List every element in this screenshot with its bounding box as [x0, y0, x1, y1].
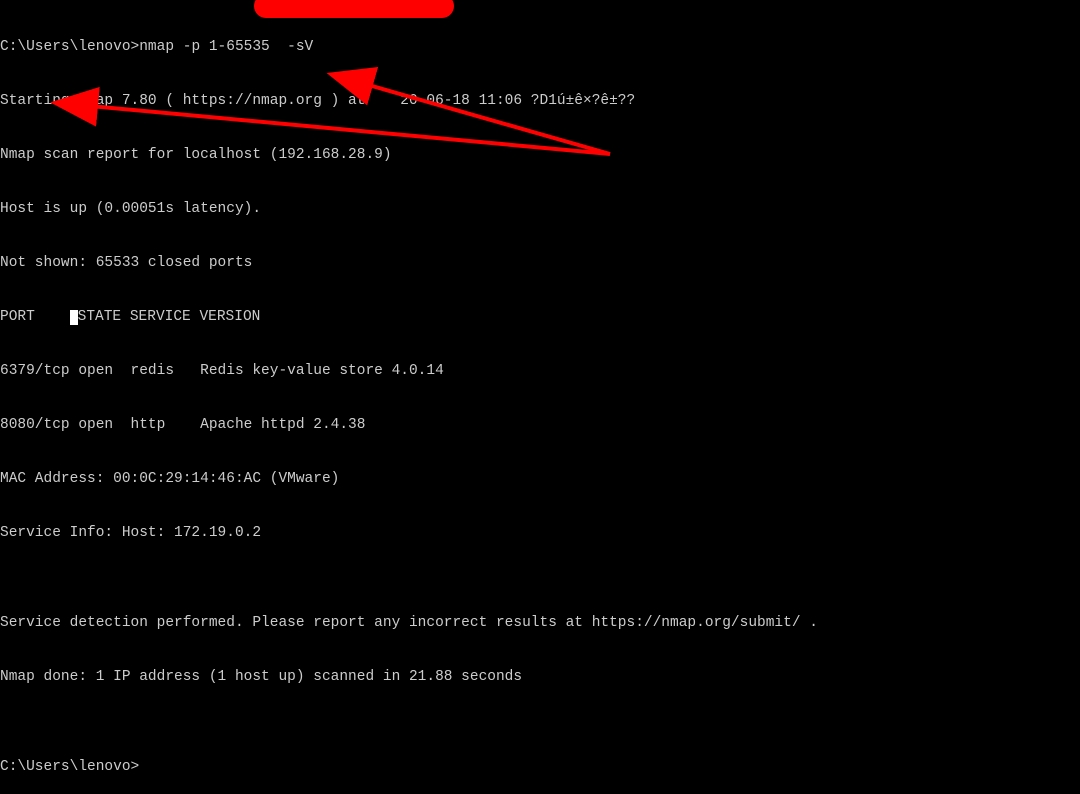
redaction-mark — [254, 0, 454, 18]
port-header-rest: STATE SERVICE VERSION — [78, 309, 261, 325]
prompt: C:\Users\lenovo> — [0, 759, 139, 775]
command-line-2[interactable]: C:\Users\lenovo> — [0, 758, 1080, 776]
output-line: Nmap done: 1 IP address (1 host up) scan… — [0, 668, 1080, 686]
prompt: C:\Users\lenovo> — [0, 39, 139, 55]
output-line: Service detection performed. Please repo… — [0, 614, 1080, 632]
output-line: 8080/tcp open http Apache httpd 2.4.38 — [0, 416, 1080, 434]
output-line: MAC Address: 00:0C:29:14:46:AC (VMware) — [0, 470, 1080, 488]
selection-cursor — [70, 310, 78, 325]
command-line-1: C:\Users\lenovo>nmap -p 1-65535 -sV — [0, 38, 1080, 56]
output-line: Service Info: Host: 172.19.0.2 — [0, 524, 1080, 542]
output-line: Not shown: 65533 closed ports — [0, 254, 1080, 272]
output-line: PORT STATE SERVICE VERSION — [0, 308, 1080, 326]
output-line: 6379/tcp open redis Redis key-value stor… — [0, 362, 1080, 380]
output-line: Starting Nmap 7.80 ( https://nmap.org ) … — [0, 92, 1080, 110]
output-line: Nmap scan report for localhost (192.168.… — [0, 146, 1080, 164]
terminal-window[interactable]: C:\Users\lenovo>nmap -p 1-65535 -sV Star… — [0, 0, 1080, 794]
command-text: nmap -p 1-65535 -sV — [139, 39, 313, 55]
output-line: Host is up (0.00051s latency). — [0, 200, 1080, 218]
port-header-text: PORT — [0, 309, 70, 325]
